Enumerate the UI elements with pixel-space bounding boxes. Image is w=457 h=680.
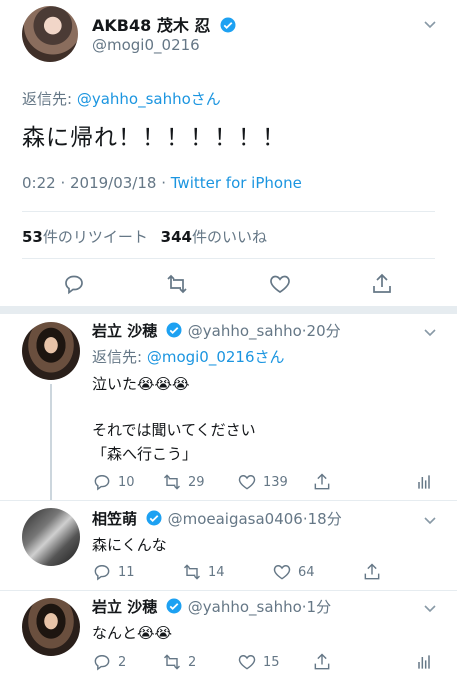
like-count[interactable]: 344件のいいね <box>161 228 267 246</box>
avatar[interactable] <box>22 6 78 62</box>
analytics-button[interactable] <box>414 652 434 672</box>
analytics-button[interactable] <box>414 472 434 492</box>
thread-line <box>50 384 52 500</box>
divider <box>0 590 457 591</box>
reply-to-link[interactable]: @mogi0_0216さん <box>147 348 285 366</box>
heart-icon <box>238 475 256 490</box>
avatar[interactable] <box>22 508 80 566</box>
author-name[interactable]: 相笠萌 <box>92 510 137 528</box>
tweet-text: 泣いた😭😭😭 それでは聞いてください 「森へ行こう」 <box>92 375 256 463</box>
like-count: 139 <box>263 474 288 490</box>
reply-to-link[interactable]: @yahho_sahhoさん <box>77 90 221 108</box>
chevron-down-icon[interactable] <box>422 324 438 340</box>
retweet-icon <box>163 474 181 490</box>
share-button[interactable] <box>362 562 382 582</box>
retweet-icon <box>163 654 181 670</box>
divider <box>0 500 457 501</box>
tweet-text: 森にくんな <box>92 536 167 554</box>
tweet-time: ·20分 <box>301 322 341 340</box>
tweet-time: ·1分 <box>301 598 332 616</box>
verified-icon <box>166 598 182 614</box>
divider <box>22 211 435 212</box>
reply-button[interactable]: 2 <box>92 652 126 672</box>
author-handle[interactable]: @moeaigasa0406 <box>168 510 303 528</box>
retweet-button[interactable]: 29 <box>162 472 205 492</box>
tweet-meta: 0:22 · 2019/03/18 · Twitter for iPhone <box>22 174 302 192</box>
like-button[interactable]: 64 <box>272 562 315 582</box>
heart-icon <box>238 655 256 670</box>
share-button[interactable] <box>312 652 332 672</box>
reply-count: 2 <box>118 654 127 670</box>
reply-context: 返信先: @yahho_sahhoさん <box>22 90 221 108</box>
verified-icon <box>146 510 162 526</box>
like-count: 15 <box>263 654 280 670</box>
author-name[interactable]: 岩立 沙穂 <box>92 322 157 340</box>
like-button[interactable]: 139 <box>237 472 288 492</box>
reply-icon <box>94 475 110 491</box>
verified-icon <box>166 322 182 338</box>
analytics-icon <box>418 655 430 669</box>
author-handle[interactable]: @yahho_sahho <box>188 322 302 340</box>
reply-icon <box>94 655 110 671</box>
verified-icon <box>220 17 236 33</box>
share-icon <box>314 473 330 490</box>
tweet-text: なんと😭😭 <box>92 624 173 642</box>
reply-button[interactable]: 10 <box>92 472 135 492</box>
divider <box>22 258 435 259</box>
reply-icon <box>94 565 110 581</box>
reply-button[interactable] <box>62 272 86 296</box>
reply-button[interactable]: 11 <box>92 562 135 582</box>
retweet-button[interactable]: 2 <box>162 652 196 672</box>
share-button[interactable] <box>312 472 332 492</box>
tweet-text: 森に帰れ！！！！！！！ <box>22 125 286 151</box>
author-name[interactable]: AKB48 茂木 忍 <box>92 12 237 36</box>
retweet-count: 29 <box>188 474 205 490</box>
share-button[interactable] <box>370 272 394 296</box>
reply-header: 岩立 沙穂 @yahho_sahho·20分 <box>92 320 341 341</box>
like-count: 64 <box>298 564 315 580</box>
retweet-count[interactable]: 53件のリツイート <box>22 228 153 246</box>
heart-icon <box>273 565 291 580</box>
retweet-count: 2 <box>188 654 197 670</box>
retweet-button[interactable] <box>165 272 189 296</box>
share-icon <box>373 273 391 293</box>
avatar[interactable] <box>22 322 80 380</box>
source-link[interactable]: Twitter for iPhone <box>171 174 302 192</box>
share-icon <box>314 653 330 670</box>
reply-header: 相笠萌 @moeaigasa0406·18分 <box>92 508 342 529</box>
analytics-icon <box>418 475 430 489</box>
like-button[interactable]: 15 <box>237 652 280 672</box>
reply-icon <box>65 275 83 295</box>
author-handle[interactable]: @yahho_sahho <box>188 598 302 616</box>
like-button[interactable] <box>268 272 292 296</box>
reply-count: 10 <box>118 474 135 490</box>
heart-icon <box>270 275 290 293</box>
reply-header: 岩立 沙穂 @yahho_sahho·1分 <box>92 596 331 617</box>
retweet-button[interactable]: 14 <box>182 562 225 582</box>
chevron-down-icon[interactable] <box>422 512 438 528</box>
tweet-time: ·18分 <box>302 510 342 528</box>
retweet-icon <box>167 274 187 294</box>
retweet-count: 14 <box>208 564 225 580</box>
author-handle[interactable]: @mogi0_0216 <box>92 36 200 54</box>
chevron-down-icon[interactable] <box>422 600 438 616</box>
share-icon <box>364 563 380 580</box>
author-name[interactable]: 岩立 沙穂 <box>92 598 157 616</box>
tweet-stats: 53件のリツイート 344件のいいね <box>22 226 267 247</box>
avatar[interactable] <box>22 598 80 656</box>
chevron-down-icon[interactable] <box>422 16 438 32</box>
retweet-icon <box>183 564 201 580</box>
section-divider <box>0 306 457 314</box>
reply-count: 11 <box>118 564 135 580</box>
reply-context: 返信先: @mogi0_0216さん <box>92 348 285 366</box>
